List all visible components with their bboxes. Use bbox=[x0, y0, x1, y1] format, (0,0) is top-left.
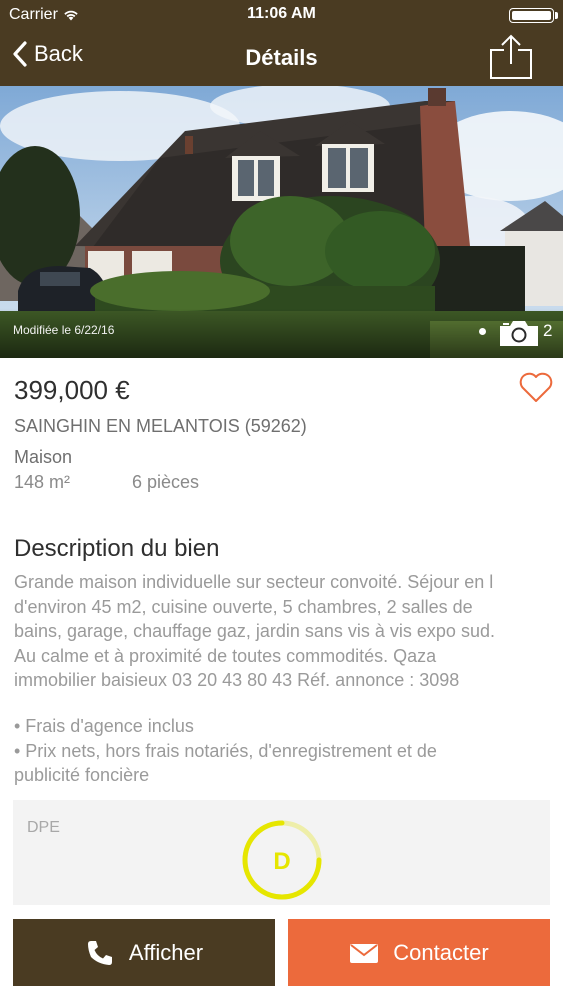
contacter-button[interactable]: Contacter bbox=[288, 919, 550, 986]
dpe-gauge: D bbox=[242, 820, 322, 900]
dpe-rating: D bbox=[273, 848, 290, 875]
contacter-label: Contacter bbox=[393, 939, 489, 965]
location: SAINGHIN EN MELANTOIS (59262) bbox=[14, 416, 307, 436]
battery-icon bbox=[509, 8, 554, 23]
property-type: Maison bbox=[14, 447, 73, 467]
navigation-bar: Back Détails bbox=[0, 30, 563, 86]
phone-icon bbox=[87, 940, 112, 965]
share-icon[interactable] bbox=[488, 34, 534, 80]
room-count: 6 pièces bbox=[132, 472, 200, 492]
modified-date: Modifiée le 6/22/16 bbox=[13, 323, 115, 337]
condition-item: • Prix nets, hors frais notariés, d'enre… bbox=[14, 740, 437, 761]
property-photo[interactable]: Modifiée le 6/22/16 2 bbox=[0, 86, 563, 358]
battery-cap bbox=[555, 12, 558, 19]
photo-count: 2 bbox=[543, 321, 553, 340]
surface-area: 148 m² bbox=[14, 472, 71, 492]
page-indicator-dot bbox=[479, 328, 486, 335]
description-title: Description du bien bbox=[14, 535, 220, 562]
price: 399,000 € bbox=[14, 375, 130, 405]
conditions-list: • Frais d'agence inclus • Prix nets, hor… bbox=[14, 714, 554, 788]
description-line: Au calme et à proximité de toutes commod… bbox=[14, 645, 437, 666]
afficher-button[interactable]: Afficher bbox=[13, 919, 275, 986]
status-time: 11:06 AM bbox=[247, 5, 316, 22]
dpe-panel: DPE D bbox=[13, 800, 550, 905]
camera-icon bbox=[500, 321, 538, 346]
description-line: immobilier baisieux 03 20 43 80 43 Réf. … bbox=[14, 670, 460, 690]
battery-level bbox=[512, 11, 551, 20]
description-line: Grande maison individuelle sur secteur c… bbox=[14, 572, 494, 592]
heart-icon[interactable] bbox=[518, 371, 554, 403]
dpe-label: DPE bbox=[27, 819, 60, 836]
description-line: d'environ 45 m2, cuisine ouverte, 5 cham… bbox=[14, 596, 473, 617]
status-bar: Carrier 11:06 AM bbox=[0, 0, 563, 30]
condition-item: • Frais d'agence inclus bbox=[14, 716, 194, 736]
envelope-icon bbox=[350, 943, 379, 963]
description-line: bains, garage, chauffage gaz, jardin san… bbox=[14, 621, 495, 641]
page-title: Détails bbox=[245, 45, 318, 70]
condition-item: publicité foncière bbox=[14, 765, 150, 785]
description-text: Grande maison individuelle sur secteur c… bbox=[14, 570, 554, 693]
afficher-label: Afficher bbox=[128, 939, 204, 965]
